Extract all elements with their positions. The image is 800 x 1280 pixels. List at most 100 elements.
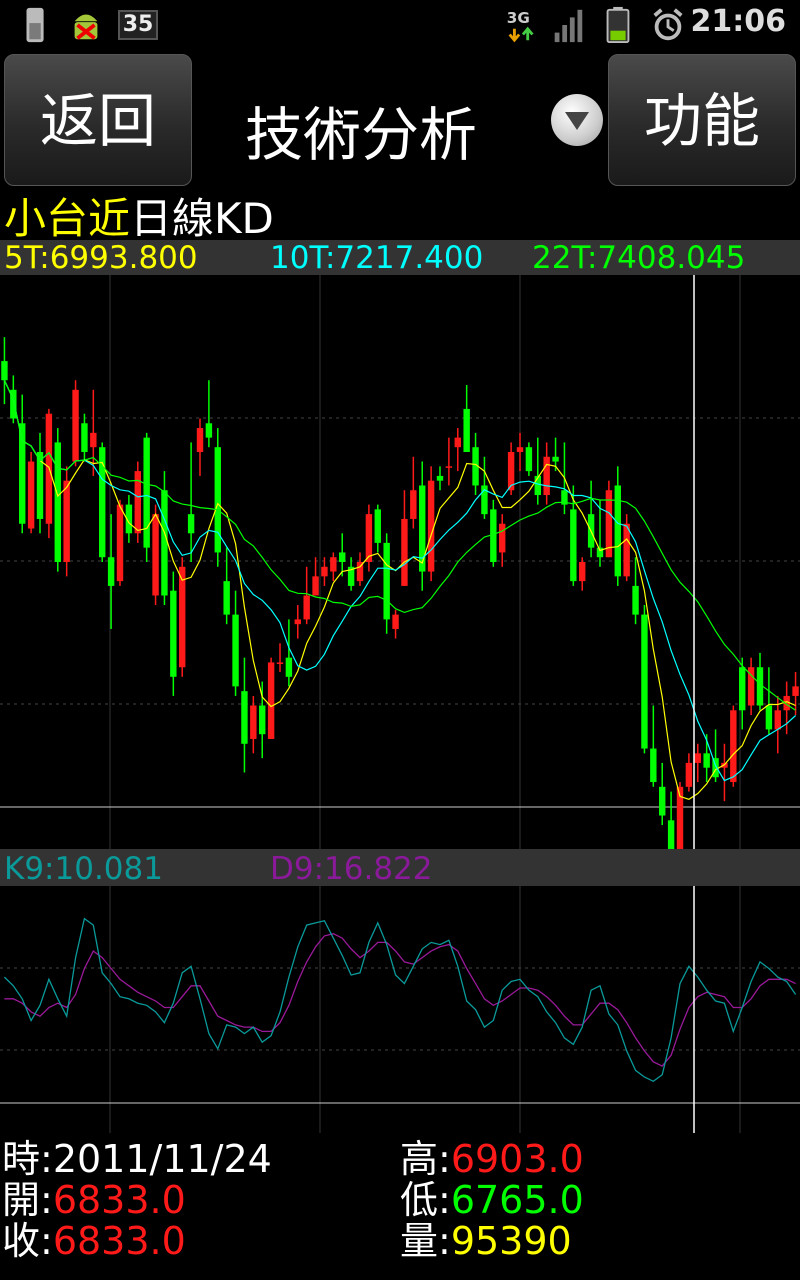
ma-legend: 5T:6993.800 10T:7217.400 22T:7408.045 bbox=[0, 240, 800, 276]
candle-body bbox=[667, 820, 675, 849]
candlestick bbox=[374, 504, 381, 553]
candle-body bbox=[170, 590, 177, 677]
candlestick bbox=[321, 557, 328, 586]
candle-body bbox=[392, 614, 399, 629]
candle-body bbox=[330, 557, 337, 572]
candle-body bbox=[72, 389, 79, 462]
time-label: 時: bbox=[2, 1137, 53, 1181]
candlestick bbox=[19, 394, 26, 534]
candle-body bbox=[685, 762, 693, 787]
candle-body bbox=[659, 786, 666, 816]
candlestick bbox=[1, 337, 8, 405]
instrument-name: 小台近 bbox=[4, 194, 131, 243]
k-value: K9:10.081 bbox=[4, 851, 163, 887]
candle-body bbox=[303, 595, 310, 620]
open-label: 開: bbox=[2, 1178, 53, 1222]
close-label: 收: bbox=[2, 1219, 53, 1263]
candlestick bbox=[330, 552, 337, 582]
candle-body bbox=[383, 542, 390, 620]
quote-info-panel: 時:2011/11/24 開:6833.0 收:6833.0 高:6903.0 … bbox=[0, 1133, 800, 1280]
candle-body bbox=[552, 456, 559, 462]
network-type-text: 3G bbox=[507, 9, 530, 27]
candlestick bbox=[641, 605, 648, 754]
k-line bbox=[3, 917, 797, 1083]
price-chart[interactable] bbox=[0, 275, 800, 849]
candle-body bbox=[161, 490, 168, 596]
battery-notification-icon bbox=[26, 7, 44, 43]
candlestick bbox=[454, 428, 461, 472]
candle-body bbox=[436, 475, 444, 481]
time-value: 2011/11/24 bbox=[52, 1137, 272, 1181]
candlestick bbox=[339, 533, 346, 577]
candlestick bbox=[721, 743, 728, 802]
candlestick bbox=[214, 428, 221, 567]
chevron-down-icon[interactable] bbox=[551, 94, 603, 146]
candle-body bbox=[90, 432, 97, 448]
candle-body bbox=[374, 509, 381, 543]
back-button[interactable]: 返回 bbox=[4, 54, 192, 186]
chart-title: 小台近日線KD bbox=[4, 196, 274, 242]
candlestick bbox=[401, 490, 408, 586]
candle-body bbox=[294, 619, 301, 625]
candle-body bbox=[632, 585, 639, 615]
candlestick bbox=[534, 437, 541, 505]
candle-body bbox=[445, 466, 453, 468]
candlestick bbox=[463, 385, 470, 452]
candlestick bbox=[579, 557, 586, 591]
candlestick bbox=[356, 552, 364, 586]
candlestick bbox=[410, 456, 417, 529]
candle-body bbox=[241, 691, 248, 744]
candle-body bbox=[205, 423, 213, 438]
candle-body bbox=[579, 562, 586, 582]
info-low: 低:6765.0 bbox=[400, 1180, 584, 1221]
candle-body bbox=[641, 614, 648, 749]
candle-body bbox=[650, 748, 657, 783]
android-debug-icon bbox=[74, 14, 98, 40]
candle-body bbox=[116, 504, 124, 582]
candle-body bbox=[694, 753, 701, 763]
candlestick bbox=[294, 605, 301, 639]
candlestick bbox=[303, 566, 310, 625]
candlestick bbox=[170, 571, 177, 696]
candlestick bbox=[632, 557, 639, 625]
candle-body bbox=[730, 710, 737, 783]
candlestick bbox=[259, 681, 266, 759]
candle-body bbox=[427, 480, 435, 572]
toolbar: 返回 技術分析 功能 bbox=[0, 50, 800, 190]
kd-legend: K9:10.081 D9:16.822 bbox=[0, 849, 800, 887]
candlestick bbox=[392, 609, 399, 639]
status-bar: 35 3G 21:06 bbox=[0, 0, 800, 50]
candlestick bbox=[81, 413, 88, 462]
candlestick bbox=[481, 456, 488, 519]
candlestick bbox=[276, 643, 284, 673]
candle-body bbox=[232, 614, 239, 687]
candle-body bbox=[463, 408, 470, 452]
chart-type-label: 日線KD bbox=[130, 194, 274, 243]
candle-body bbox=[107, 557, 115, 586]
candle-body bbox=[543, 456, 550, 496]
candlestick bbox=[605, 480, 613, 558]
candlestick bbox=[250, 695, 257, 754]
candlestick bbox=[516, 432, 524, 472]
candle-body bbox=[152, 514, 159, 596]
candle-body bbox=[765, 705, 773, 730]
candlestick bbox=[427, 466, 435, 582]
candle-body bbox=[490, 509, 497, 562]
candle-body bbox=[614, 485, 621, 577]
kd-chart[interactable] bbox=[0, 886, 800, 1133]
candlestick bbox=[747, 657, 755, 716]
notification-count-icon: 35 bbox=[118, 10, 158, 40]
high-value: 6903.0 bbox=[450, 1137, 584, 1181]
battery-icon bbox=[606, 6, 630, 44]
candle-body bbox=[63, 480, 70, 562]
function-button[interactable]: 功能 bbox=[608, 54, 796, 186]
candle-body bbox=[187, 514, 195, 534]
candlestick bbox=[107, 514, 115, 629]
candle-body bbox=[774, 710, 781, 730]
signal-icon bbox=[554, 9, 583, 43]
candle-body bbox=[223, 581, 230, 615]
candlestick bbox=[499, 514, 506, 567]
candle-body bbox=[179, 566, 186, 668]
candlestick bbox=[312, 557, 319, 596]
candlestick bbox=[365, 504, 373, 572]
